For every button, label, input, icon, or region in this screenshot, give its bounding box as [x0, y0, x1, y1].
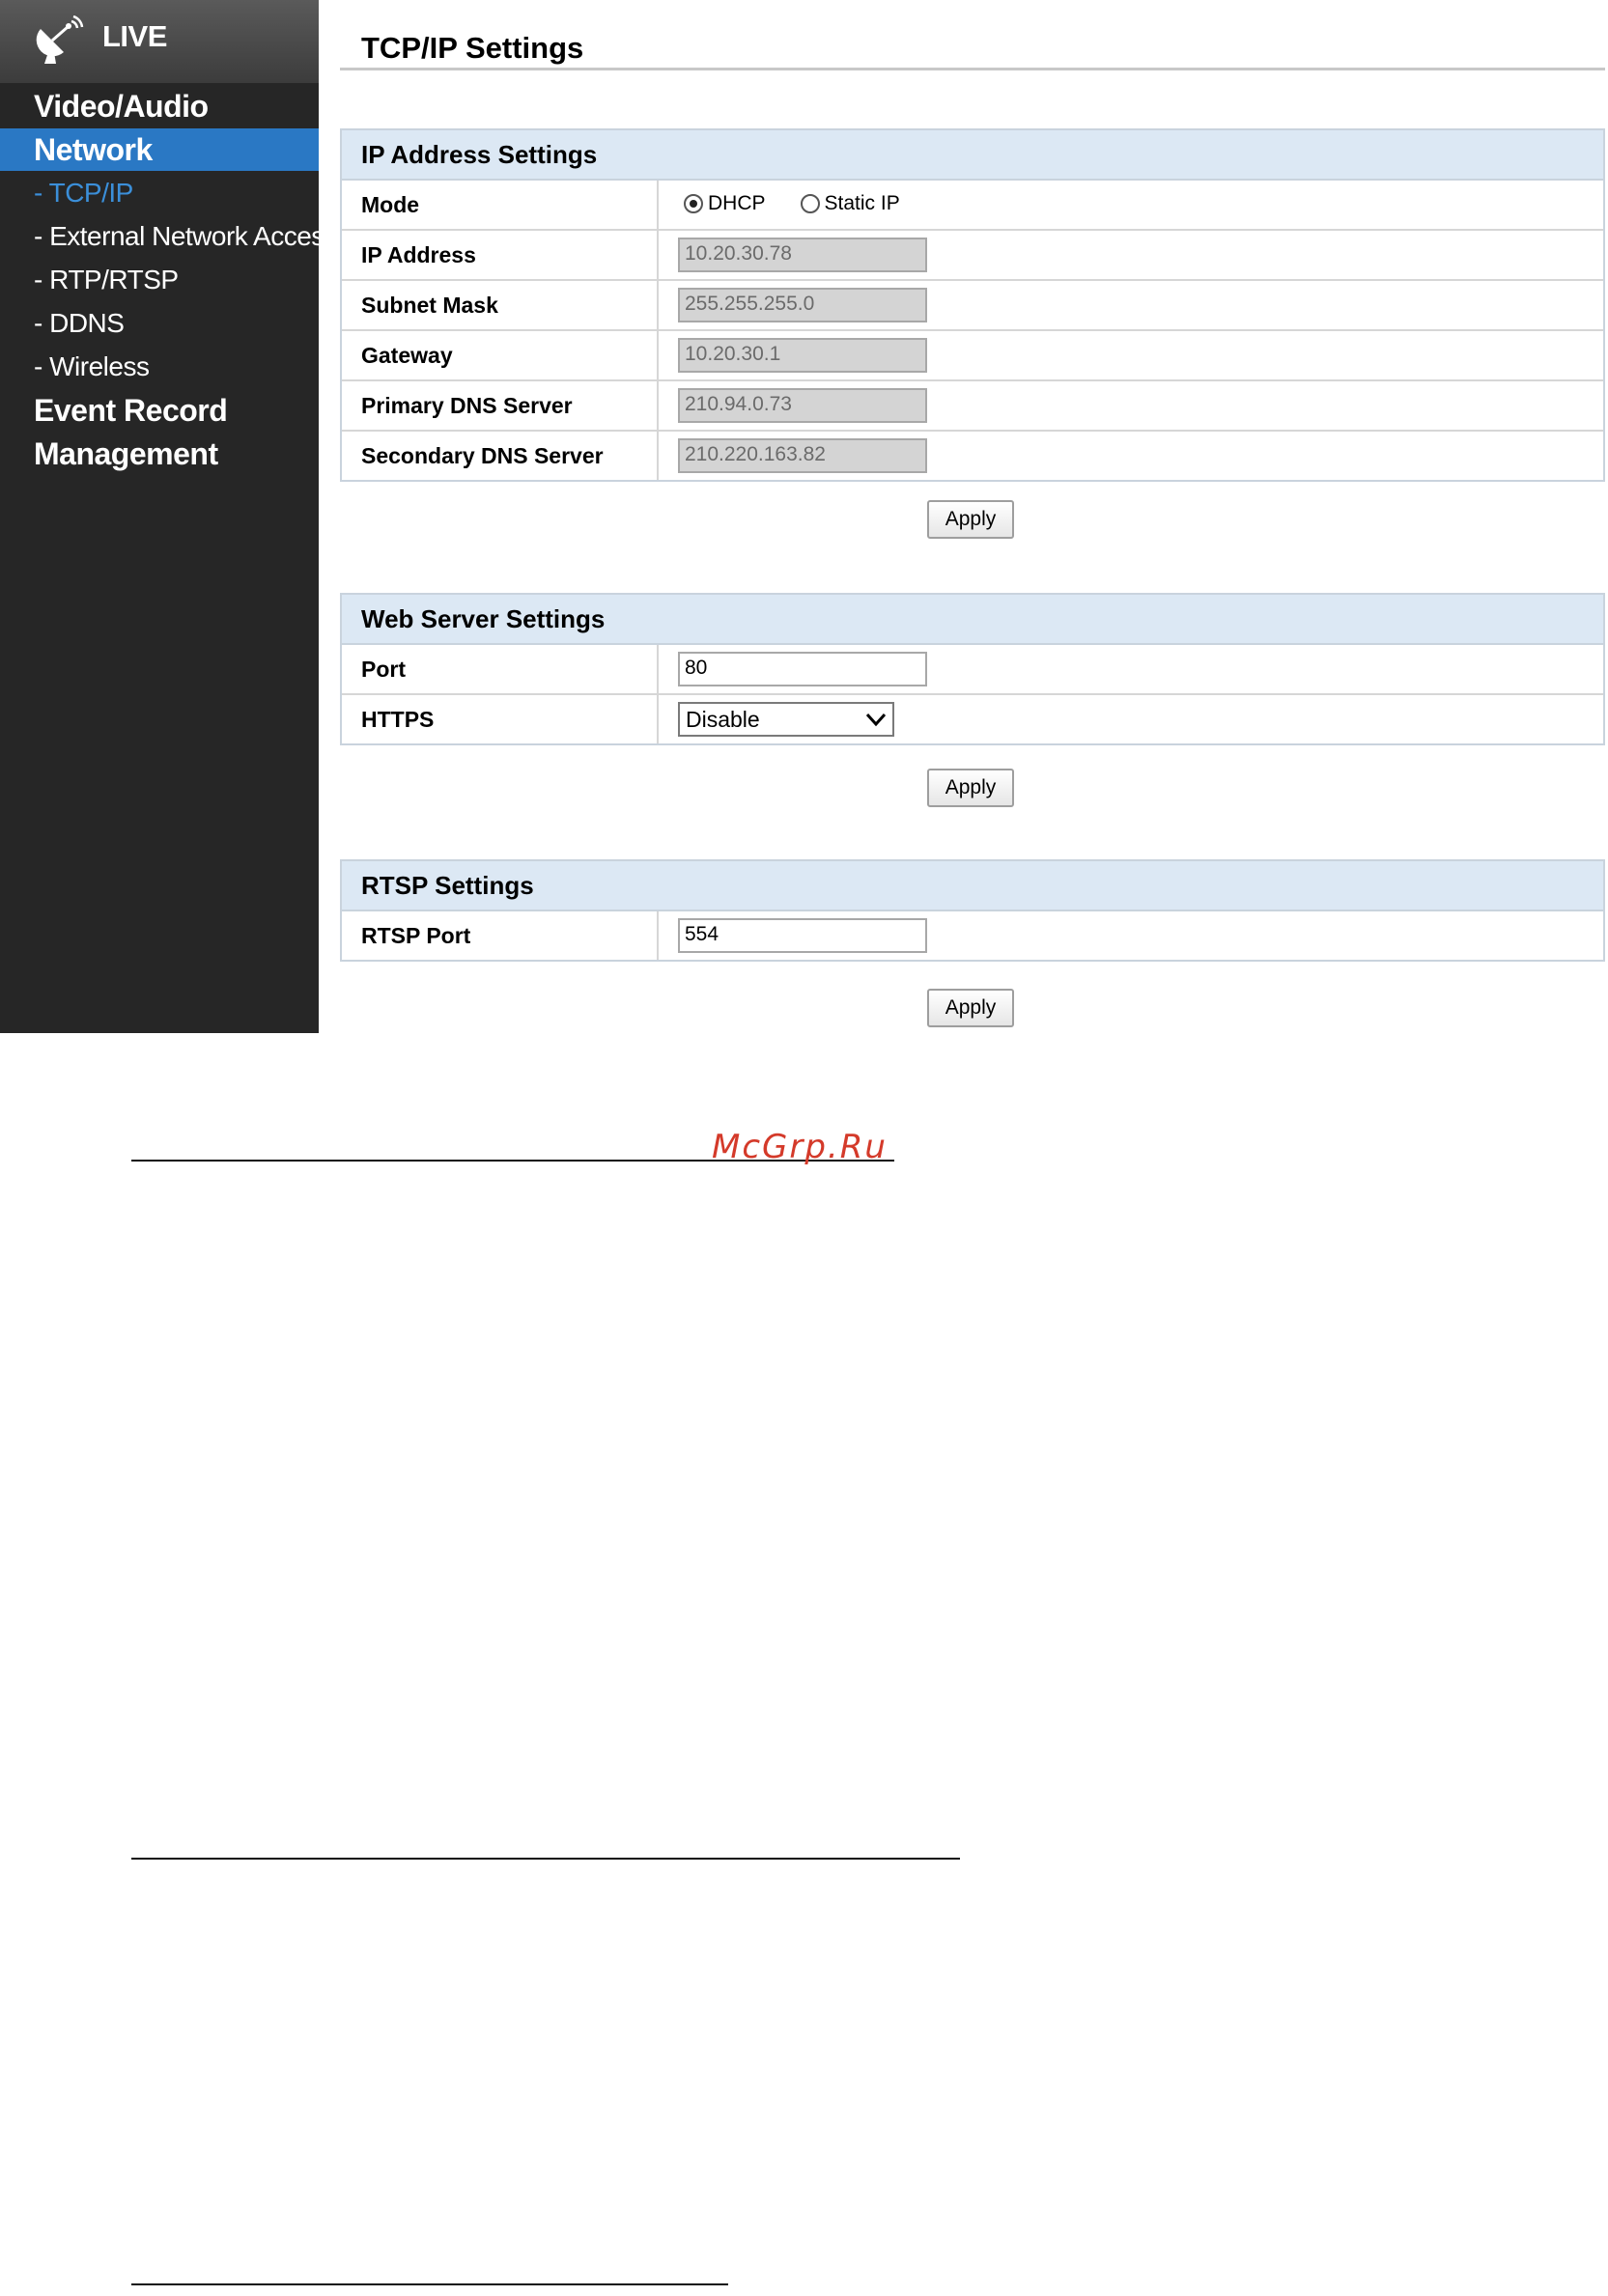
web-server-settings-panel: Web Server Settings Port 80 HTTPS Disabl…: [340, 593, 1605, 745]
nav-rtp-rtsp[interactable]: - RTP/RTSP: [0, 259, 319, 301]
live-label: LIVE: [102, 19, 167, 53]
subnet-mask-row: Subnet Mask 255.255.255.0: [342, 281, 1603, 331]
nav-event-record[interactable]: Event Record: [0, 389, 319, 432]
mode-row: Mode DHCP Static IP: [342, 181, 1603, 231]
sidebar: LIVE Video/Audio Network - TCP/IP - Exte…: [0, 0, 319, 1033]
mode-radio-group: DHCP Static IP: [684, 192, 935, 215]
nav-video-audio[interactable]: Video/Audio: [0, 85, 319, 127]
live-button[interactable]: LIVE: [0, 0, 319, 83]
subnet-mask-label: Subnet Mask: [342, 281, 659, 329]
nav-network[interactable]: Network: [0, 128, 319, 171]
page-title: TCP/IP Settings: [361, 31, 584, 65]
dhcp-radio-label[interactable]: DHCP: [708, 192, 766, 215]
secondary-dns-field[interactable]: 210.220.163.82: [678, 438, 927, 473]
rtsp-apply-button[interactable]: Apply: [927, 989, 1014, 1027]
dhcp-radio[interactable]: [684, 194, 703, 213]
nav-tcp-ip[interactable]: - TCP/IP: [0, 172, 319, 214]
chevron-down-icon: [865, 713, 887, 727]
rtsp-port-input[interactable]: 554: [678, 918, 927, 953]
underline-rule-3: [131, 2283, 728, 2285]
port-row: Port 80: [342, 645, 1603, 695]
rtsp-port-row: RTSP Port 554: [342, 911, 1603, 960]
ip-address-row: IP Address 10.20.30.78: [342, 231, 1603, 281]
secondary-dns-row: Secondary DNS Server 210.220.163.82: [342, 432, 1603, 480]
mode-label: Mode: [342, 181, 659, 229]
nav-external-network-access[interactable]: - External Network Access: [0, 215, 319, 258]
primary-dns-field[interactable]: 210.94.0.73: [678, 388, 927, 423]
web-server-settings-header: Web Server Settings: [342, 595, 1603, 645]
https-select-value: Disable: [686, 707, 760, 732]
ip-address-settings-panel: IP Address Settings Mode DHCP Static IP …: [340, 128, 1605, 482]
ip-address-settings-header: IP Address Settings: [342, 130, 1603, 181]
gateway-row: Gateway 10.20.30.1: [342, 331, 1603, 381]
rtsp-port-label: RTSP Port: [342, 911, 659, 960]
nav-ddns[interactable]: - DDNS: [0, 302, 319, 345]
ip-address-field[interactable]: 10.20.30.78: [678, 238, 927, 272]
satellite-dish-icon: [36, 15, 84, 64]
port-input[interactable]: 80: [678, 652, 927, 686]
watermark: McGrp.Ru: [712, 1128, 888, 1166]
https-row: HTTPS Disable: [342, 695, 1603, 743]
title-divider: [340, 68, 1605, 70]
subnet-mask-field[interactable]: 255.255.255.0: [678, 288, 927, 322]
ip-address-label: IP Address: [342, 231, 659, 279]
static-ip-radio-label[interactable]: Static IP: [825, 192, 900, 215]
primary-dns-row: Primary DNS Server 210.94.0.73: [342, 381, 1603, 432]
nav-wireless[interactable]: - Wireless: [0, 346, 319, 388]
gateway-field[interactable]: 10.20.30.1: [678, 338, 927, 373]
ip-settings-apply-button[interactable]: Apply: [927, 500, 1014, 539]
secondary-dns-label: Secondary DNS Server: [342, 432, 659, 480]
rtsp-settings-header: RTSP Settings: [342, 861, 1603, 911]
nav-management[interactable]: Management: [0, 433, 319, 475]
https-select[interactable]: Disable: [678, 702, 894, 737]
rtsp-settings-panel: RTSP Settings RTSP Port 554: [340, 859, 1605, 962]
gateway-label: Gateway: [342, 331, 659, 379]
https-label: HTTPS: [342, 695, 659, 743]
primary-dns-label: Primary DNS Server: [342, 381, 659, 430]
web-server-apply-button[interactable]: Apply: [927, 769, 1014, 807]
port-label: Port: [342, 645, 659, 693]
static-ip-radio[interactable]: [800, 194, 820, 213]
underline-rule-2: [131, 1858, 960, 1860]
